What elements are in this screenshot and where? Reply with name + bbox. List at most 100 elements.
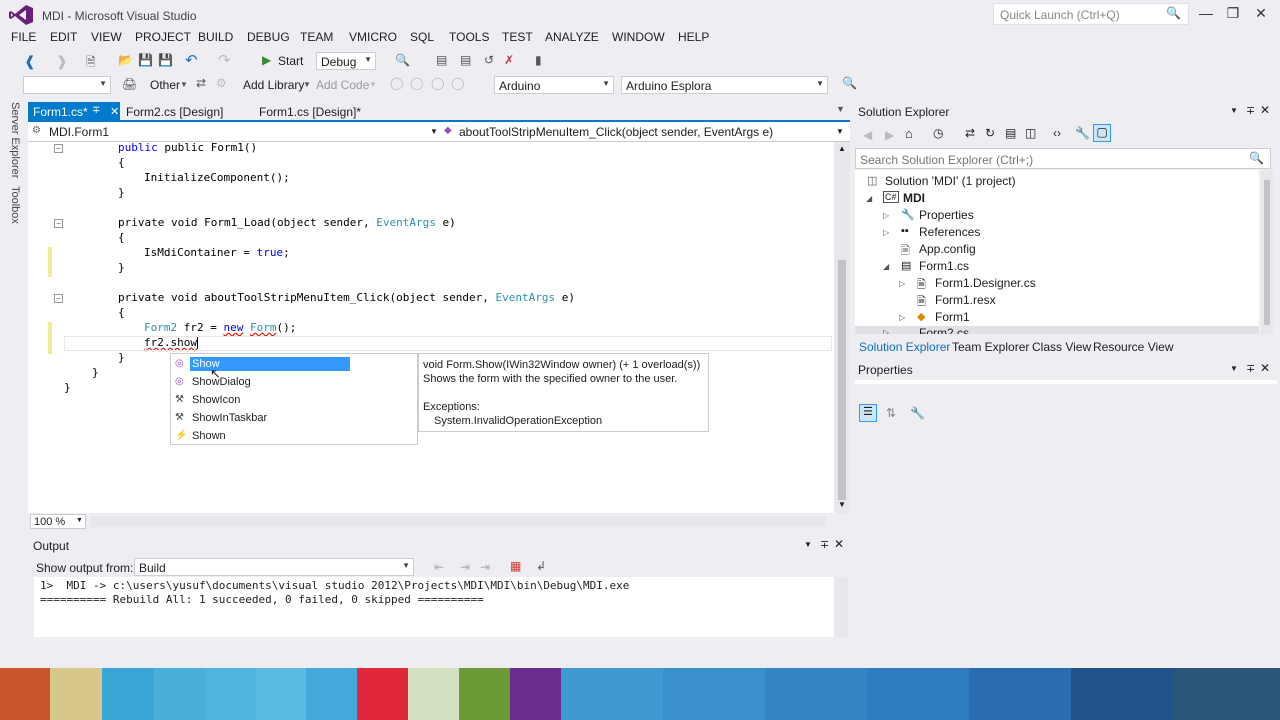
tree-item-references[interactable]: References [919,225,980,239]
alphabetical-icon[interactable]: ⇅ [886,406,896,420]
tab-overflow-icon[interactable]: ▼ [836,104,845,114]
expanded-arrow-icon[interactable]: ◢ [866,194,872,203]
tree-item-form2[interactable]: Form2.cs [919,326,969,334]
start-icon[interactable]: ▶ [262,53,271,67]
tree-item-appconfig[interactable]: App.config [919,242,976,256]
device-select[interactable]: Arduino Esplora ▼ [621,76,828,94]
menu-file[interactable]: FILE [11,30,36,44]
show-all-files-icon[interactable]: ◫ [1025,126,1036,140]
target-select[interactable]: ▼ [23,76,111,94]
go-to-previous-icon[interactable]: ⇤ [434,560,444,574]
tree-item-form1-designer[interactable]: Form1.Designer.cs [935,276,1036,290]
undo-icon[interactable]: ↶ [185,51,198,69]
menu-tools[interactable]: TOOLS [449,30,489,44]
other-button[interactable]: Other [150,78,180,92]
menu-team[interactable]: TEAM [300,30,333,44]
class-dropdown[interactable]: MDI.Form1 [49,125,109,139]
search-icon[interactable]: 🔍 [842,76,857,90]
tab-form1-design[interactable]: Form1.cs [Design]* [254,102,394,121]
chevron-down-icon[interactable]: ▼ [76,517,83,524]
completion-item-showicon[interactable]: ⚒ ShowIcon [171,392,417,409]
output-text-area[interactable]: 1> MDI -> c:\users\yusuf\documents\visua… [34,577,834,637]
word-wrap-icon[interactable]: ↲ [536,559,546,573]
editor-vertical-scrollbar[interactable]: ▲ ▼ [834,142,850,513]
back-icon[interactable]: ◀ [863,128,872,142]
tab-class-view[interactable]: Class View [1032,340,1091,354]
scroll-down-icon[interactable]: ▼ [838,500,846,509]
completion-item-showintaskbar[interactable]: ⚒ ShowInTaskbar [171,410,417,427]
tree-item-solution[interactable]: Solution 'MDI' (1 project) [885,174,1016,188]
solution-search-input[interactable]: Search Solution Explorer (Ctrl+;) [855,148,1271,169]
maximize-button[interactable]: ❐ [1223,5,1243,22]
menu-help[interactable]: HELP [678,30,709,44]
forward-icon[interactable]: ▶ [885,128,894,142]
menu-view[interactable]: VIEW [91,30,122,44]
completion-item-show[interactable]: ◎ Show [171,356,417,373]
code-editor[interactable]: public public Form1() { InitializeCompon… [28,141,834,513]
chevron-down-icon[interactable]: ▼ [836,127,844,136]
new-project-icon[interactable]: 🗎 [86,53,96,74]
output-source-select[interactable]: Build ▼ [134,558,414,576]
menu-build[interactable]: BUILD [198,30,233,44]
chevron-down-icon[interactable]: ▼ [1230,364,1238,373]
step-over-icon[interactable]: ◯ [431,76,444,90]
close-icon[interactable]: ✕ [1260,361,1270,375]
view-code-icon[interactable]: ‹› [1053,126,1061,140]
navigate-icon[interactable]: ↺ [484,53,494,67]
save-icon[interactable]: 💾 [138,53,153,67]
close-icon[interactable]: ✕ [1260,103,1270,117]
server-explorer-tab[interactable]: Server Explorer [9,102,21,178]
categorized-icon[interactable]: ☰ [859,404,877,422]
go-to-next-icon[interactable]: ⇥ [480,560,490,574]
property-pages-icon[interactable]: 🔧 [910,406,925,420]
properties-object-selector[interactable] [855,380,1277,384]
pin-icon[interactable]: ∓ [820,538,829,551]
home-icon[interactable]: ⌂ [905,126,913,141]
back-icon[interactable]: ❰ [24,53,36,70]
pin-icon[interactable]: ∓ [1246,104,1255,117]
menu-window[interactable]: WINDOW [612,30,665,44]
chevron-down-icon[interactable]: ▼ [180,80,188,89]
debug-icon[interactable]: ◯ [390,76,403,90]
sync-icon[interactable]: ⇄ [965,126,975,140]
board-select[interactable]: Arduino ▼ [494,76,614,94]
preview-icon[interactable]: ▢ [1093,124,1111,142]
member-dropdown[interactable]: aboutToolStripMenuItem_Click(object send… [459,125,773,139]
tree-item-form1-class[interactable]: Form1 [935,310,970,324]
collapsed-arrow-icon[interactable]: ▷ [899,313,905,322]
find-in-files-icon[interactable]: 🔍 [395,53,410,67]
refresh-icon[interactable]: ↻ [985,126,995,140]
collapse-toggle-icon[interactable]: − [54,219,63,228]
minimize-button[interactable]: — [1196,5,1216,21]
menu-project[interactable]: PROJECT [135,30,191,44]
expanded-arrow-icon[interactable]: ◢ [883,262,889,271]
quick-launch-input[interactable]: Quick Launch (Ctrl+Q) [993,3,1189,25]
pending-changes-icon[interactable]: ◷ [933,126,943,140]
tab-form2-design[interactable]: Form2.cs [Design] [121,102,248,121]
settings-icon[interactable]: ⚙ [216,76,227,90]
chevron-down-icon[interactable]: ▼ [369,80,377,89]
bookmark-icon[interactable]: ▮ [535,53,542,67]
pin-icon[interactable]: ∓ [92,105,100,116]
scroll-thumb[interactable] [838,260,846,500]
scroll-up-icon[interactable]: ▲ [838,144,846,153]
tree-item-project[interactable]: MDI [903,191,925,205]
clear-all-icon[interactable]: ▦ [510,559,521,573]
tab-solution-explorer[interactable]: Solution Explorer [859,340,950,354]
add-library-button[interactable]: Add Library [243,78,304,92]
uncomment-icon[interactable]: ▤ [460,53,471,67]
step-icon[interactable]: ◯ [410,76,423,90]
tree-item-form1[interactable]: Form1.cs [919,259,969,273]
collapsed-arrow-icon[interactable]: ▷ [899,279,905,288]
tab-resource-view[interactable]: Resource View [1093,340,1173,354]
chevron-down-icon[interactable]: ▼ [804,540,812,549]
menu-test[interactable]: TEST [502,30,533,44]
menu-edit[interactable]: EDIT [50,30,77,44]
collapse-all-icon[interactable]: ▤ [1005,126,1016,140]
find-message-icon[interactable]: ⇥ [460,560,470,574]
chevron-down-icon[interactable]: ▼ [430,127,438,136]
save-all-icon[interactable]: 💾 [158,53,173,67]
collapsed-arrow-icon[interactable]: ▷ [883,328,889,334]
chevron-down-icon[interactable]: ▼ [1230,106,1238,115]
build-icon[interactable]: ⇄ [196,76,206,90]
